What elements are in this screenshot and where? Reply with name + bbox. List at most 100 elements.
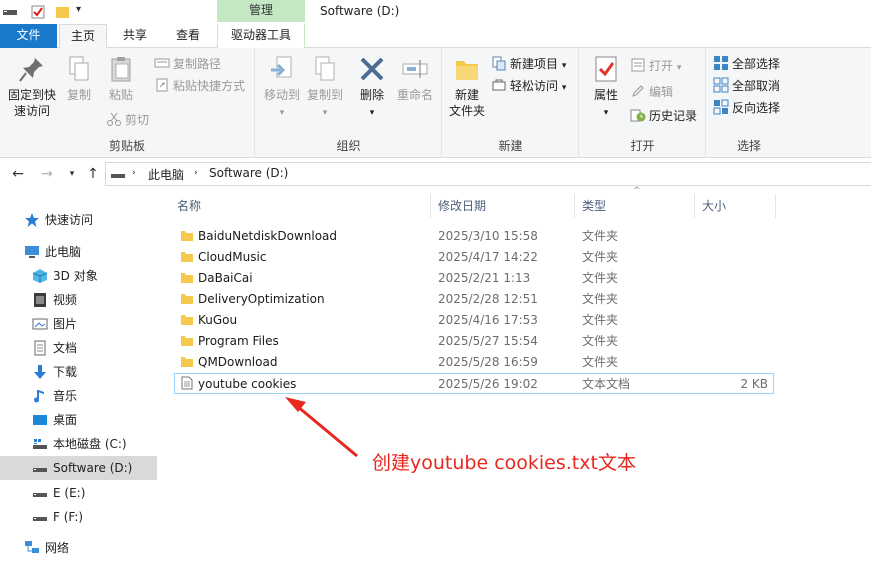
easy-access-button[interactable]: 轻松访问 ▾ <box>491 76 566 96</box>
drive-icon <box>33 468 47 472</box>
file-row-selected[interactable]: youtube cookies 2025/5/26 19:02 文本文档 2 K… <box>174 373 774 394</box>
select-none-button[interactable]: 全部取消 <box>713 76 780 96</box>
organize-group-label: 组织 <box>336 139 361 153</box>
folder-icon <box>181 231 193 241</box>
ribbon: 固定到快 速访问 复制 粘贴 复制路径 粘贴快捷方式 剪切 剪贴板 移动到 ▾ 复 <box>0 48 871 158</box>
drive-icon <box>111 174 125 178</box>
properties-quick-icon[interactable] <box>30 4 46 20</box>
context-tab-group-label: 管理 <box>217 0 305 22</box>
scissors-icon <box>107 112 121 126</box>
paste-shortcut-icon <box>156 78 168 92</box>
folder-icon <box>181 357 193 367</box>
desktop-icon <box>33 415 47 425</box>
file-row[interactable]: DaBaiCai 2025/2/21 1:13 文件夹 <box>174 268 774 289</box>
column-type[interactable]: 类型 <box>575 194 695 218</box>
file-row[interactable]: BaiduNetdiskDownload 2025/3/10 15:58 文件夹 <box>174 226 774 247</box>
nav-item-desktop[interactable]: 桌面 <box>0 408 157 432</box>
open-group: 属性 ▾ 打开 ▾ 编辑 历史记录 打开 <box>580 48 706 158</box>
easy-access-icon <box>492 79 506 91</box>
new-folder-button[interactable]: 新建 文件夹 <box>447 54 487 119</box>
paste-button[interactable]: 粘贴 <box>100 54 142 103</box>
copy-path-button[interactable]: 复制路径 <box>154 54 221 74</box>
select-group-label: 选择 <box>736 139 761 153</box>
open-button[interactable]: 打开 ▾ <box>630 56 681 76</box>
3d-objects-icon <box>32 269 48 283</box>
tab-share[interactable]: 共享 <box>113 24 157 48</box>
nav-item-documents[interactable]: 文档 <box>0 336 157 360</box>
video-icon <box>34 293 46 307</box>
nav-item-drive-f[interactable]: F (F:) <box>0 505 157 529</box>
delete-button[interactable]: 删除 ▾ <box>354 54 390 121</box>
breadcrumb-chevron-icon: › <box>132 168 136 178</box>
copy-to-button[interactable]: 复制到 ▾ <box>304 54 346 121</box>
nav-item-downloads[interactable]: 下载 <box>0 360 157 384</box>
folder-icon <box>181 273 193 283</box>
edit-button[interactable]: 编辑 <box>630 82 673 102</box>
history-icon <box>630 109 646 122</box>
up-button[interactable]: ↑ <box>84 165 102 183</box>
nav-item-drive-d[interactable]: Software (D:) <box>0 456 157 480</box>
tab-drive-tools[interactable]: 驱动器工具 <box>217 24 305 48</box>
select-all-button[interactable]: 全部选择 <box>713 54 780 74</box>
tab-view[interactable]: 查看 <box>165 24 211 48</box>
forward-button[interactable]: → <box>38 165 56 183</box>
new-item-button[interactable]: 新建项目 ▾ <box>491 54 566 74</box>
pin-quick-access-button[interactable]: 固定到快 速访问 <box>4 54 60 119</box>
new-folder-quick-icon[interactable] <box>55 4 71 20</box>
paste-icon <box>111 57 131 82</box>
file-row[interactable]: DeliveryOptimization 2025/2/28 12:51 文件夹 <box>174 289 774 310</box>
text-file-icon <box>181 376 193 390</box>
address-bar[interactable]: › 此电脑 › Software (D:) <box>105 162 871 186</box>
invert-selection-button[interactable]: 反向选择 <box>713 98 780 118</box>
nav-item-network[interactable]: 网络 <box>0 536 157 560</box>
new-group-label: 新建 <box>498 139 523 153</box>
back-button[interactable]: ← <box>9 165 27 183</box>
properties-button[interactable]: 属性 ▾ <box>588 54 624 121</box>
nav-item-drive-e[interactable]: E (E:) <box>0 481 157 505</box>
file-list: ^ 名称 修改日期 类型 大小 BaiduNetdiskDownload 202… <box>160 186 871 571</box>
nav-item-quick-access[interactable]: 快速访问 <box>0 208 157 232</box>
nav-item-drive-c[interactable]: 本地磁盘 (C:) <box>0 432 157 456</box>
star-icon <box>25 213 39 227</box>
file-row[interactable]: KuGou 2025/4/16 17:53 文件夹 <box>174 310 774 331</box>
delete-x-icon <box>360 57 384 81</box>
file-row[interactable]: CloudMusic 2025/4/17 14:22 文件夹 <box>174 247 774 268</box>
move-to-button[interactable]: 移动到 ▾ <box>260 54 304 121</box>
tab-file[interactable]: 文件 <box>0 24 57 48</box>
nav-item-this-pc[interactable]: 此电脑 <box>0 240 157 264</box>
forward-arrow-icon: → <box>41 166 53 182</box>
window-title: Software (D:) <box>320 4 400 18</box>
paste-shortcut-button[interactable]: 粘贴快捷方式 <box>154 76 245 96</box>
breadcrumb-this-pc[interactable]: 此电脑 <box>148 166 184 183</box>
copy-button[interactable]: 复制 <box>60 54 98 103</box>
tab-home[interactable]: 主页 <box>59 24 107 49</box>
open-group-label: 打开 <box>630 139 655 153</box>
nav-item-music[interactable]: 音乐 <box>0 384 157 408</box>
nav-item-videos[interactable]: 视频 <box>0 288 157 312</box>
column-date-modified[interactable]: 修改日期 <box>431 194 575 218</box>
system-drive-icon <box>33 439 47 449</box>
navigation-bar: ← → ▾ ↑ › 此电脑 › Software (D:) <box>0 158 871 190</box>
column-name[interactable]: 名称 <box>170 194 431 218</box>
move-to-icon <box>271 56 292 78</box>
history-button[interactable]: 历史记录 <box>630 106 697 126</box>
nav-item-pictures[interactable]: 图片 <box>0 312 157 336</box>
new-item-icon <box>492 56 506 71</box>
select-group: 全部选择 全部取消 反向选择 选择 <box>707 48 791 158</box>
nav-item-3d-objects[interactable]: 3D 对象 <box>0 264 157 288</box>
drive-icon <box>33 493 47 497</box>
customize-qa-dropdown[interactable]: ▾ <box>76 4 81 15</box>
rename-button[interactable]: 重命名 <box>392 54 438 103</box>
rename-icon <box>402 60 428 78</box>
file-row[interactable]: QMDownload 2025/5/28 16:59 文件夹 <box>174 352 774 373</box>
breadcrumb-current-drive[interactable]: Software (D:) <box>209 166 288 180</box>
chevron-down-icon: ▾ <box>69 169 75 179</box>
copy-icon <box>69 56 89 81</box>
edit-icon <box>632 85 644 97</box>
cut-button[interactable]: 剪切 <box>106 110 149 130</box>
navigation-pane: 快速访问 此电脑 3D 对象 视频 图片 文档 下载 音乐 桌面 本地磁盘 (C… <box>0 190 157 571</box>
recent-locations-button[interactable]: ▾ <box>63 165 81 183</box>
column-size[interactable]: 大小 <box>695 194 776 218</box>
file-row[interactable]: Program Files 2025/5/27 15:54 文件夹 <box>174 331 774 352</box>
breadcrumb-chevron-icon: › <box>194 168 198 178</box>
